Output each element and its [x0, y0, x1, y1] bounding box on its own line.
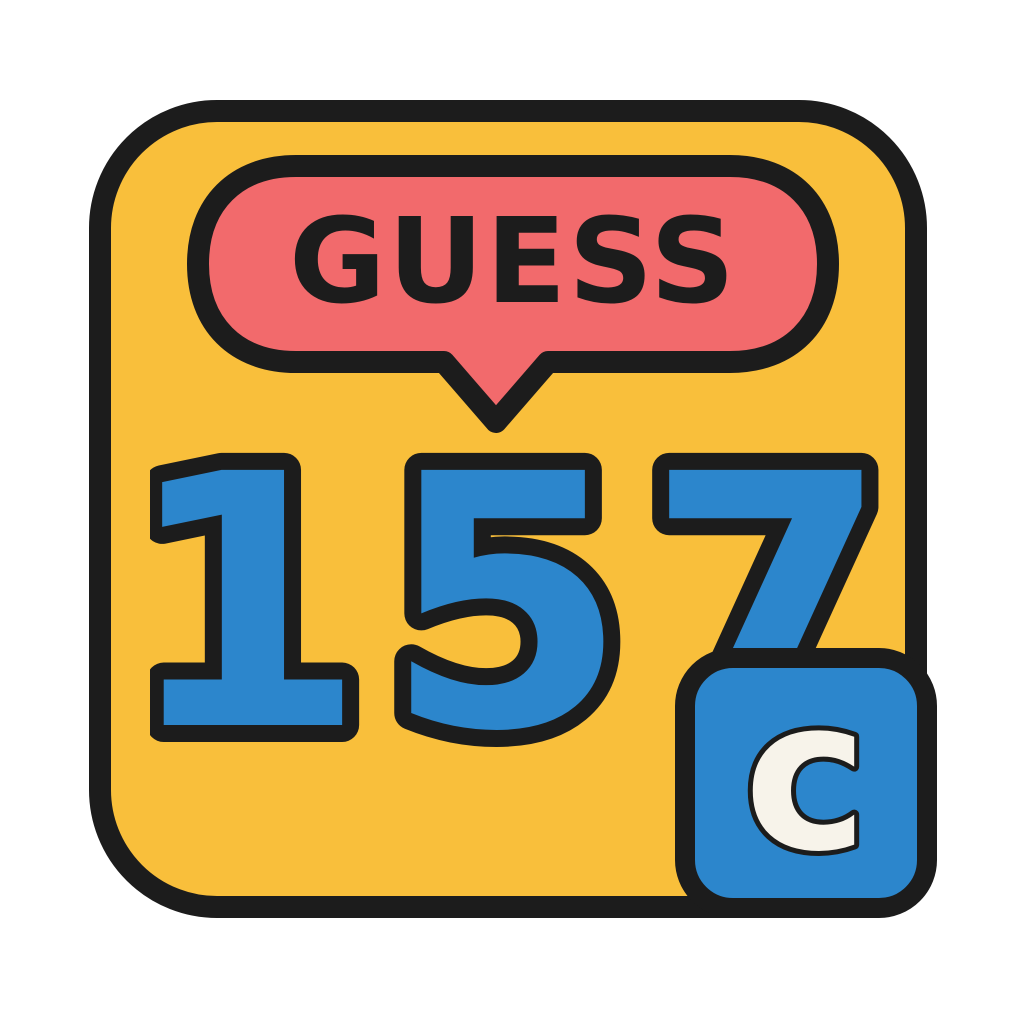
bubble-text: GUESS: [289, 192, 737, 330]
badge-letter-layer: c: [739, 648, 873, 903]
speech-bubble-icon: GUESS: [187, 155, 839, 433]
badge-letter: c: [744, 653, 868, 898]
app-icon-canvas: GUESS 157 157 c: [0, 0, 1024, 1024]
